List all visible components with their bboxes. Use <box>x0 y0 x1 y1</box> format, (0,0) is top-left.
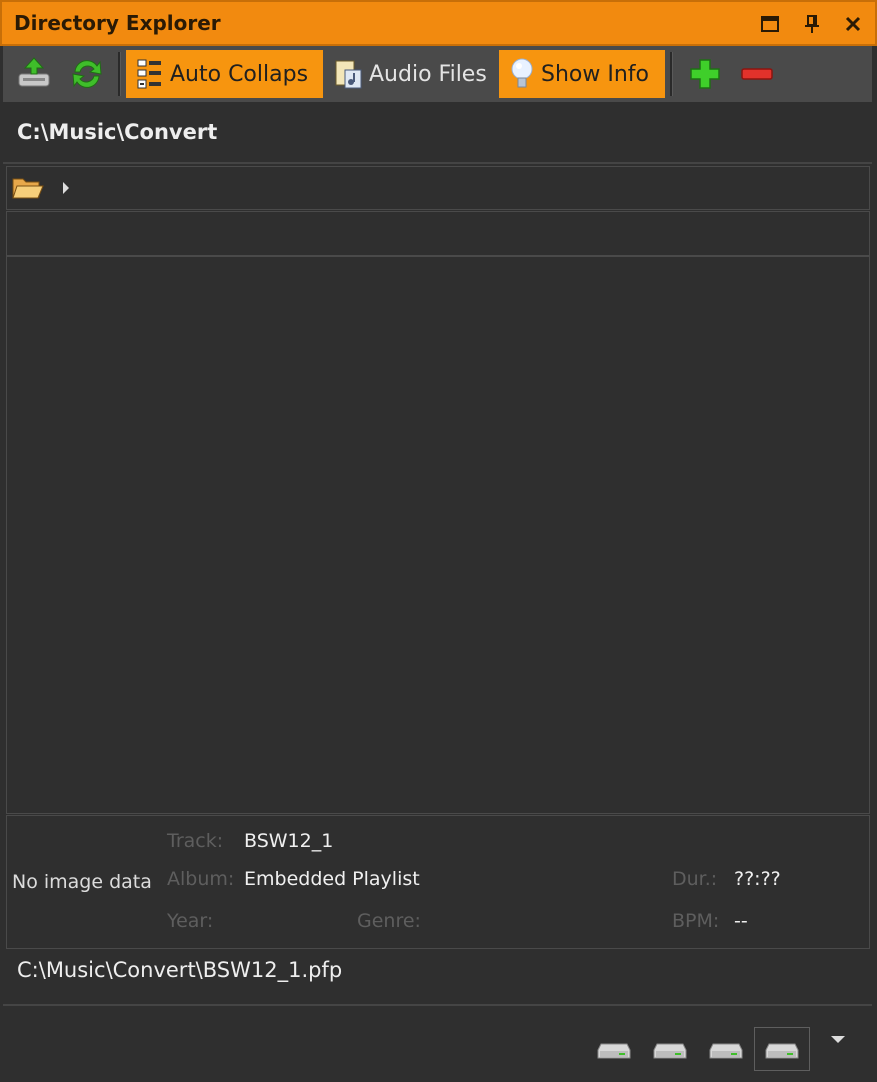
audio-document-icon <box>333 58 363 90</box>
show-info-label: Show Info <box>541 61 649 87</box>
minus-icon[interactable] <box>737 54 777 94</box>
bpm-label: BPM: <box>672 910 720 932</box>
duration-value: ??:?? <box>734 868 781 890</box>
album-value: Embedded Playlist <box>244 868 420 890</box>
current-path: C:\Music\Convert <box>17 120 218 144</box>
auto-collapse-label: Auto Collaps <box>170 61 309 87</box>
no-image-text: No image data <box>12 871 152 893</box>
panel-title-bar: Directory Explorer <box>0 0 877 46</box>
album-label: Album: <box>167 868 235 890</box>
year-label: Year: <box>167 910 214 932</box>
pin-icon[interactable] <box>800 12 824 36</box>
drive-icon-selected[interactable] <box>754 1027 810 1071</box>
list-collapse-icon <box>136 58 164 90</box>
filter-bar[interactable] <box>6 211 870 256</box>
drive-icon[interactable] <box>653 1038 687 1060</box>
chevron-right-icon[interactable] <box>63 182 69 194</box>
drive-icon[interactable] <box>597 1038 631 1060</box>
maximize-icon[interactable] <box>758 12 782 36</box>
track-value: BSW12_1 <box>244 830 334 852</box>
track-label: Track: <box>167 830 224 852</box>
genre-label: Genre: <box>357 910 421 932</box>
plus-icon[interactable] <box>685 54 725 94</box>
toolbar-separator <box>670 52 673 96</box>
open-folder-icon[interactable] <box>11 175 45 205</box>
toolbar: Auto Collaps Audio Files Show Info <box>3 46 872 102</box>
bpm-value: -- <box>734 910 748 932</box>
selected-file-bar: C:\Music\Convert\BSW12_1.pfp <box>3 950 872 1002</box>
selected-file-path: C:\Music\Convert\BSW12_1.pfp <box>17 958 343 982</box>
directory-tree[interactable] <box>6 256 870 814</box>
chevron-down-icon[interactable] <box>831 1036 845 1043</box>
audio-files-label: Audio Files <box>369 61 487 87</box>
toolbar-separator <box>118 52 121 96</box>
drive-icon[interactable] <box>709 1038 743 1060</box>
drive-bar <box>3 1004 872 1082</box>
show-info-toggle[interactable]: Show Info <box>499 50 665 98</box>
auto-collapse-toggle[interactable]: Auto Collaps <box>126 50 323 98</box>
lightbulb-icon <box>509 57 535 91</box>
track-info-panel: No image data Track: BSW12_1 Album: Embe… <box>6 815 870 949</box>
breadcrumb <box>6 166 870 210</box>
upload-drive-icon[interactable] <box>15 54 55 94</box>
close-icon[interactable] <box>841 12 865 36</box>
refresh-icon[interactable] <box>67 54 107 94</box>
audio-files-toggle[interactable]: Audio Files <box>327 50 497 98</box>
duration-label: Dur.: <box>672 868 718 890</box>
panel-title: Directory Explorer <box>14 11 221 35</box>
current-path-bar: C:\Music\Convert <box>3 102 872 164</box>
